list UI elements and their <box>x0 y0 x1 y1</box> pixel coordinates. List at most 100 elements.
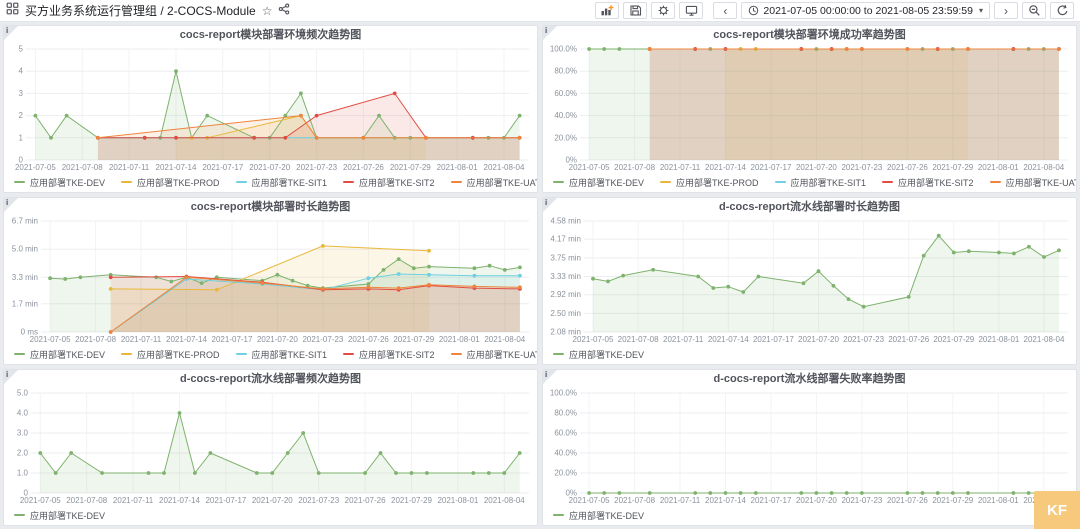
legend-label: 应用部署TKE-SIT2 <box>359 348 435 361</box>
svg-text:2021-08-04: 2021-08-04 <box>484 496 525 505</box>
panel-title[interactable]: cocs-report模块部署环境成功率趋势图 <box>543 26 1076 43</box>
legend-item[interactable]: 应用部署TKE-DEV <box>553 509 644 522</box>
svg-text:5.0: 5.0 <box>17 389 29 398</box>
svg-text:2021-07-29: 2021-07-29 <box>393 335 434 344</box>
panel-d-cocs-report-pipeline-duration: d-cocs-report流水线部署时长趋势图 2.08 min2.50 min… <box>542 197 1077 365</box>
time-back-button[interactable]: ‹ <box>713 2 737 19</box>
pipeline-duration-line-chart: 2.08 min2.50 min2.92 min3.33 min3.75 min… <box>543 215 1076 344</box>
legend-label: 应用部署TKE-UAT <box>467 176 537 189</box>
add-panel-button[interactable] <box>595 2 619 19</box>
dashboards-grid-icon[interactable] <box>6 2 19 20</box>
legend-label: 应用部署TKE-DEV <box>30 176 105 189</box>
panel-info-icon[interactable] <box>4 370 18 384</box>
svg-text:2021-07-17: 2021-07-17 <box>202 163 243 172</box>
svg-text:2021-07-20: 2021-07-20 <box>798 335 839 344</box>
legend-item[interactable]: 应用部署TKE-SIT1 <box>236 176 328 189</box>
legend-item[interactable]: 应用部署TKE-DEV <box>14 176 105 189</box>
legend-label: 应用部署TKE-PROD <box>676 176 759 189</box>
frequency-line-chart: 0123452021-07-052021-07-082021-07-112021… <box>4 43 537 172</box>
legend-item[interactable]: 应用部署TKE-DEV <box>14 348 105 361</box>
svg-text:2021-07-29: 2021-07-29 <box>390 163 431 172</box>
legend-color-dash <box>343 181 354 183</box>
legend-item[interactable]: 应用部署TKE-DEV <box>14 509 105 522</box>
svg-text:2021-07-17: 2021-07-17 <box>751 496 792 505</box>
legend-color-dash <box>14 353 25 355</box>
svg-text:2021-07-23: 2021-07-23 <box>296 163 337 172</box>
svg-text:2021-08-01: 2021-08-01 <box>978 496 1019 505</box>
panel-title[interactable]: d-cocs-report流水线部署频次趋势图 <box>4 370 537 387</box>
svg-text:2021-07-26: 2021-07-26 <box>887 496 928 505</box>
time-range-picker[interactable]: 2021-07-05 00:00:00 to 2021-08-05 23:59:… <box>741 2 990 19</box>
panel-info-icon[interactable] <box>543 370 557 384</box>
svg-text:2021-07-29: 2021-07-29 <box>932 496 973 505</box>
dashboard-settings-button[interactable] <box>651 2 675 19</box>
legend-label: 应用部署TKE-SIT2 <box>359 176 435 189</box>
legend-label: 应用部署TKE-UAT <box>1006 176 1076 189</box>
panel-info-icon[interactable] <box>4 198 18 212</box>
time-forward-button[interactable]: › <box>994 2 1018 19</box>
svg-text:4.58 min: 4.58 min <box>550 217 581 226</box>
svg-text:3.3 min: 3.3 min <box>12 273 38 282</box>
svg-text:2021-07-11: 2021-07-11 <box>660 496 701 505</box>
legend-item[interactable]: 应用部署TKE-PROD <box>121 348 220 361</box>
legend-item[interactable]: 应用部署TKE-UAT <box>451 348 537 361</box>
legend-item[interactable]: 应用部署TKE-UAT <box>451 176 537 189</box>
svg-text:3.75 min: 3.75 min <box>550 253 581 262</box>
panel-cocs-report-deploy-env-success-rate: cocs-report模块部署环境成功率趋势图 0%20.0%40.0%60.0… <box>542 25 1077 193</box>
legend-color-dash <box>14 181 25 183</box>
svg-text:4: 4 <box>19 67 24 76</box>
cycle-view-mode-button[interactable] <box>679 2 703 19</box>
svg-text:2021-07-14: 2021-07-14 <box>159 496 200 505</box>
svg-text:2021-07-29: 2021-07-29 <box>391 496 432 505</box>
svg-text:1: 1 <box>19 133 24 142</box>
svg-text:2021-08-04: 2021-08-04 <box>1024 335 1065 344</box>
panel-title[interactable]: cocs-report模块部署环境频次趋势图 <box>4 26 537 43</box>
legend-label: 应用部署TKE-SIT1 <box>252 176 328 189</box>
legend-label: 应用部署TKE-DEV <box>569 509 644 522</box>
legend-item[interactable]: 应用部署TKE-UAT <box>990 176 1076 189</box>
legend-color-dash <box>121 353 132 355</box>
svg-text:80.0%: 80.0% <box>554 67 577 76</box>
legend-color-dash <box>882 181 893 183</box>
panel-title[interactable]: cocs-report模块部署时长趋势图 <box>4 198 537 215</box>
svg-text:2021-07-14: 2021-07-14 <box>708 335 749 344</box>
svg-text:2021-07-08: 2021-07-08 <box>618 335 659 344</box>
svg-text:20.0%: 20.0% <box>554 469 577 478</box>
legend-item[interactable]: 应用部署TKE-DEV <box>553 176 644 189</box>
svg-text:2021-07-05: 2021-07-05 <box>20 496 61 505</box>
refresh-button[interactable] <box>1050 2 1074 19</box>
svg-text:20.0%: 20.0% <box>554 133 577 142</box>
legend-color-dash <box>121 181 132 183</box>
legend-item[interactable]: 应用部署TKE-PROD <box>660 176 759 189</box>
svg-text:2021-07-20: 2021-07-20 <box>252 496 293 505</box>
svg-text:2021-07-08: 2021-07-08 <box>614 496 655 505</box>
legend-item[interactable]: 应用部署TKE-SIT2 <box>343 348 435 361</box>
zoom-out-button[interactable] <box>1022 2 1046 19</box>
svg-text:2021-07-20: 2021-07-20 <box>257 335 298 344</box>
legend-item[interactable]: 应用部署TKE-SIT2 <box>343 176 435 189</box>
share-icon[interactable] <box>278 2 290 20</box>
svg-text:2021-08-01: 2021-08-01 <box>437 163 478 172</box>
save-dashboard-button[interactable] <box>623 2 647 19</box>
svg-text:5.0 min: 5.0 min <box>12 245 38 254</box>
legend-color-dash <box>775 181 786 183</box>
svg-text:2021-08-04: 2021-08-04 <box>484 335 525 344</box>
panel-title[interactable]: d-cocs-report流水线部署失败率趋势图 <box>543 370 1076 387</box>
legend-item[interactable]: 应用部署TKE-SIT2 <box>882 176 974 189</box>
svg-text:2021-08-01: 2021-08-01 <box>978 163 1019 172</box>
legend-item[interactable]: 应用部署TKE-DEV <box>553 348 644 361</box>
legend-item[interactable]: 应用部署TKE-SIT1 <box>236 348 328 361</box>
panel-info-icon[interactable] <box>4 26 18 40</box>
svg-text:2021-07-20: 2021-07-20 <box>796 163 837 172</box>
breadcrumb[interactable]: 买方业务系统运行管理组 / 2-COCS-Module <box>25 2 256 19</box>
svg-text:2021-07-26: 2021-07-26 <box>887 163 928 172</box>
legend: 应用部署TKE-DEV <box>543 505 1076 525</box>
legend-item[interactable]: 应用部署TKE-SIT1 <box>775 176 867 189</box>
star-icon[interactable]: ☆ <box>262 5 273 17</box>
svg-text:100.0%: 100.0% <box>550 45 577 54</box>
panel-info-icon[interactable] <box>543 198 557 212</box>
svg-text:2.50 min: 2.50 min <box>550 309 581 318</box>
legend-item[interactable]: 应用部署TKE-PROD <box>121 176 220 189</box>
panel-info-icon[interactable] <box>543 26 557 40</box>
panel-title[interactable]: d-cocs-report流水线部署时长趋势图 <box>543 198 1076 215</box>
